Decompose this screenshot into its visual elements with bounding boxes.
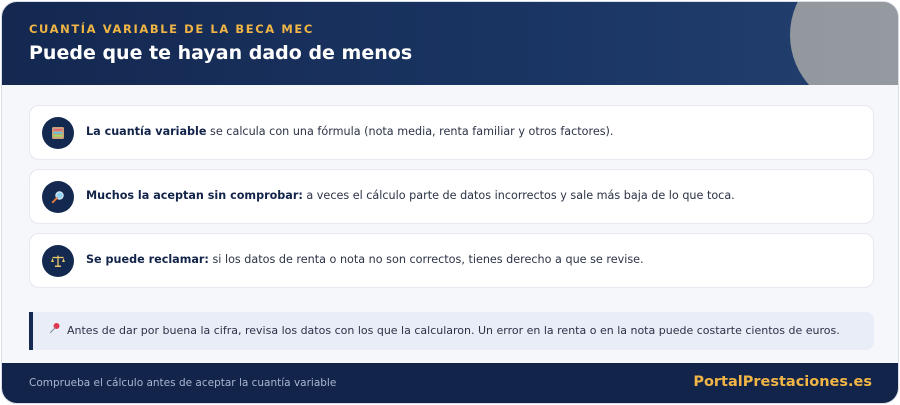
header: CUANTÍA VARIABLE DE LA BECA MEC Puede qu… [2, 2, 898, 85]
eyebrow-label: CUANTÍA VARIABLE DE LA BECA MEC [29, 22, 314, 36]
footer-caption: Comprueba el cálculo antes de aceptar la… [29, 377, 337, 389]
pushpin-icon [49, 322, 61, 337]
tip-callout: Antes de dar por buena la cifra, revisa … [29, 312, 874, 350]
info-card: CUANTÍA VARIABLE DE LA BECA MEC Puede qu… [1, 1, 899, 404]
abacus-icon [42, 117, 74, 149]
magnifier-icon [42, 181, 74, 213]
info-item-check: Muchos la aceptan sin comprobar: a veces… [29, 169, 874, 224]
info-item-formula: La cuantía variable se calcula con una f… [29, 105, 874, 160]
decorative-circle [790, 2, 898, 85]
info-item-claim: Se puede reclamar: si los datos de renta… [29, 233, 874, 288]
scales-icon [42, 245, 74, 277]
brand-name: PortalPrestaciones.es [693, 374, 872, 390]
info-item-text: La cuantía variable se calcula con una f… [86, 125, 614, 138]
info-item-text: Muchos la aceptan sin comprobar: a veces… [86, 189, 735, 202]
page-title: Puede que te hayan dado de menos [29, 42, 413, 64]
tip-text: Antes de dar por buena la cifra, revisa … [67, 324, 840, 337]
info-item-text: Se puede reclamar: si los datos de renta… [86, 253, 644, 266]
footer: Comprueba el cálculo antes de aceptar la… [2, 363, 898, 403]
